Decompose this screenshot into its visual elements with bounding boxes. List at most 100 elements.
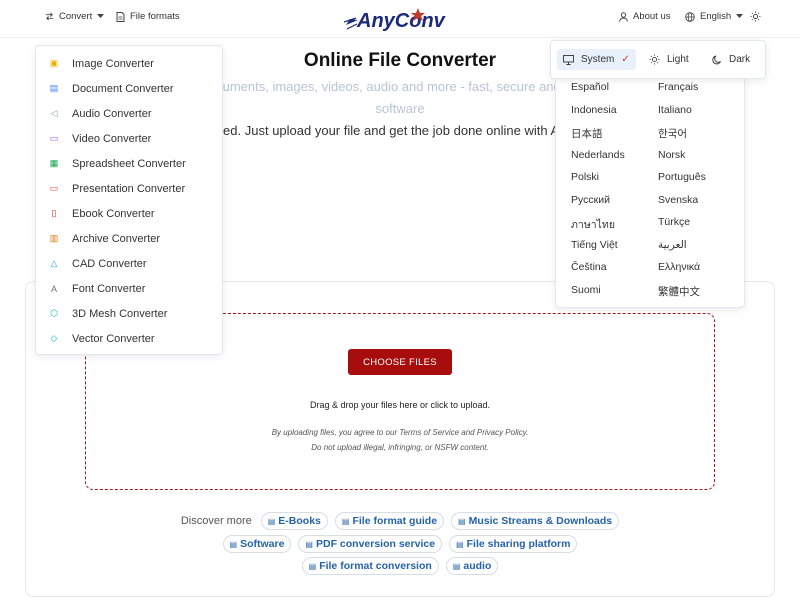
chip-label: E-Books xyxy=(278,515,321,527)
language-option[interactable]: العربية xyxy=(658,239,687,251)
convert-label: Convert xyxy=(59,11,93,22)
light-label: Light xyxy=(667,54,689,65)
theme-option-light[interactable]: Light xyxy=(643,49,695,70)
language-option[interactable]: Čeština xyxy=(571,261,607,273)
language-option[interactable]: 日本語 xyxy=(571,126,603,141)
convert-menu-item-video[interactable]: ▭ Video Converter xyxy=(36,126,222,151)
convert-menu-item-spreadsheet[interactable]: ▦ Spreadsheet Converter xyxy=(36,151,222,176)
chip-label: File format guide xyxy=(352,515,438,527)
convert-menu-item-label: Archive Converter xyxy=(72,232,161,245)
tag-icon: ▤ xyxy=(305,539,313,549)
convert-menu-item-label: Image Converter xyxy=(72,57,154,70)
about-us-link[interactable]: About us xyxy=(619,11,671,22)
tag-icon: ▤ xyxy=(267,516,276,526)
archive-icon: ▥ xyxy=(49,233,59,243)
convert-menu-item-label: Vector Converter xyxy=(72,332,155,345)
tag-icon: ▤ xyxy=(456,539,464,549)
discover-row-2: ▤ Software ▤ PDF conversion service ▤ File … xyxy=(0,535,800,553)
logo-text: AnyConv xyxy=(356,10,447,32)
language-option[interactable]: Nederlands xyxy=(571,149,625,161)
chip-label: Music Streams & Downloads xyxy=(468,515,613,527)
discover-chip-file-sharing[interactable]: ▤ File sharing platform xyxy=(449,535,578,553)
theme-option-dark[interactable]: Dark xyxy=(706,49,756,70)
language-option[interactable]: Português xyxy=(658,171,706,183)
convert-menu-item-archive[interactable]: ▥ Archive Converter xyxy=(36,226,222,251)
anyconv-logo[interactable]: AnyConv xyxy=(344,5,460,33)
convert-menu-item-label: Font Converter xyxy=(72,282,146,295)
language-dropdown-menu: Español Indonesia 日本語 Nederlands Polski Русск… xyxy=(555,74,745,308)
convert-menu-button[interactable]: Convert xyxy=(45,11,105,22)
discover-chip-music-streams[interactable]: ▤ Music Streams & Downloads xyxy=(451,512,620,530)
choose-files-button[interactable]: CHOOSE FILES xyxy=(348,349,452,375)
language-label: English xyxy=(700,11,732,22)
top-header: Convert File formats AnyConv About us En… xyxy=(0,0,800,38)
document-icon: ▤ xyxy=(49,83,59,93)
vector-icon: ◇ xyxy=(50,333,58,343)
convert-menu-item-label: Document Converter xyxy=(72,82,174,95)
language-option[interactable]: Polski xyxy=(571,171,599,183)
convert-menu-item-presentation[interactable]: ▭ Presentation Converter xyxy=(36,176,222,201)
discover-chip-software[interactable]: ▤ Software xyxy=(222,535,292,553)
video-icon: ▭ xyxy=(49,133,59,143)
about-us-label: About us xyxy=(633,11,671,22)
language-option[interactable]: ภาษาไทย xyxy=(571,216,615,233)
discover-chip-audio[interactable]: ▤ audio xyxy=(445,557,499,575)
discover-row-1: Discover more ▤ E-Books ▤ File format guid… xyxy=(0,512,800,530)
convert-menu-item-label: Video Converter xyxy=(72,132,152,145)
language-option[interactable]: Русский xyxy=(571,194,610,206)
discover-label: Discover more xyxy=(180,515,252,527)
selected-check-icon: ✓ xyxy=(621,54,630,65)
discover-chip-ebooks[interactable]: ▤ E-Books xyxy=(260,512,328,530)
theme-option-system[interactable]: System ✓ xyxy=(557,49,636,70)
discover-chip-file-format-guide[interactable]: ▤ File format guide xyxy=(334,512,445,530)
caret-down-icon xyxy=(736,14,744,18)
ebook-icon: ▯ xyxy=(51,208,57,218)
chip-label: PDF conversion service xyxy=(315,538,436,550)
theme-toggle-button[interactable] xyxy=(750,11,761,22)
language-option[interactable]: Türkçe xyxy=(658,216,690,228)
moon-icon xyxy=(712,55,721,64)
language-option[interactable]: Norsk xyxy=(658,149,685,161)
language-option[interactable]: Suomi xyxy=(571,284,601,296)
file-formats-link[interactable]: File formats xyxy=(116,11,180,22)
spreadsheet-icon: ▦ xyxy=(49,158,59,168)
discover-chip-pdf-conversion[interactable]: ▤ PDF conversion service xyxy=(298,535,443,553)
upload-terms: By uploading files, you agree to our Ter… xyxy=(0,425,800,455)
convert-menu-item-document[interactable]: ▤ Document Converter xyxy=(36,76,222,101)
language-option[interactable]: 한국어 xyxy=(658,126,687,141)
language-option[interactable]: Italiano xyxy=(658,104,692,116)
system-label: System xyxy=(581,54,615,65)
caret-down-icon xyxy=(97,14,105,18)
language-option[interactable]: Ελληνικά xyxy=(658,261,700,273)
convert-menu-item-label: Spreadsheet Converter xyxy=(72,157,186,170)
drag-drop-text: Drag & drop your files here or click to … xyxy=(309,400,491,410)
globe-icon xyxy=(685,11,695,22)
convert-menu-item-label: Ebook Converter xyxy=(72,207,155,220)
convert-menu-item-font[interactable]: A Font Converter xyxy=(36,276,222,301)
sun-icon xyxy=(750,11,761,22)
image-icon: ▣ xyxy=(49,58,59,68)
discover-chip-file-format-conversion[interactable]: ▤ File format conversion xyxy=(301,557,439,575)
language-selector[interactable]: English xyxy=(685,11,744,22)
language-option[interactable]: Español xyxy=(571,81,609,93)
cad-icon: △ xyxy=(50,258,58,268)
convert-menu-item-cad[interactable]: △ CAD Converter xyxy=(36,251,222,276)
convert-menu-item-audio[interactable]: ◁ Audio Converter xyxy=(36,101,222,126)
convert-menu-item-label: Presentation Converter xyxy=(72,182,186,195)
language-option[interactable]: Svenska xyxy=(658,194,698,206)
language-option[interactable]: Français xyxy=(658,81,698,93)
file-icon xyxy=(116,11,125,22)
convert-menu-item-mesh[interactable]: ⬡ 3D Mesh Converter xyxy=(36,301,222,326)
sun-icon xyxy=(649,54,660,65)
language-option[interactable]: 繁體中文 xyxy=(658,284,700,299)
tag-icon: ▤ xyxy=(452,561,461,571)
chip-label: Software xyxy=(240,538,285,550)
convert-menu-item-label: CAD Converter xyxy=(72,257,147,270)
convert-menu-item-image[interactable]: ▣ Image Converter xyxy=(36,51,222,76)
language-option[interactable]: Tiếng Việt xyxy=(571,239,618,251)
language-option[interactable]: Indonesia xyxy=(571,104,617,116)
convert-menu-item-ebook[interactable]: ▯ Ebook Converter xyxy=(36,201,222,226)
convert-menu-item-vector[interactable]: ◇ Vector Converter xyxy=(36,326,222,351)
dark-label: Dark xyxy=(729,54,751,65)
convert-menu-item-label: Audio Converter xyxy=(72,107,152,120)
